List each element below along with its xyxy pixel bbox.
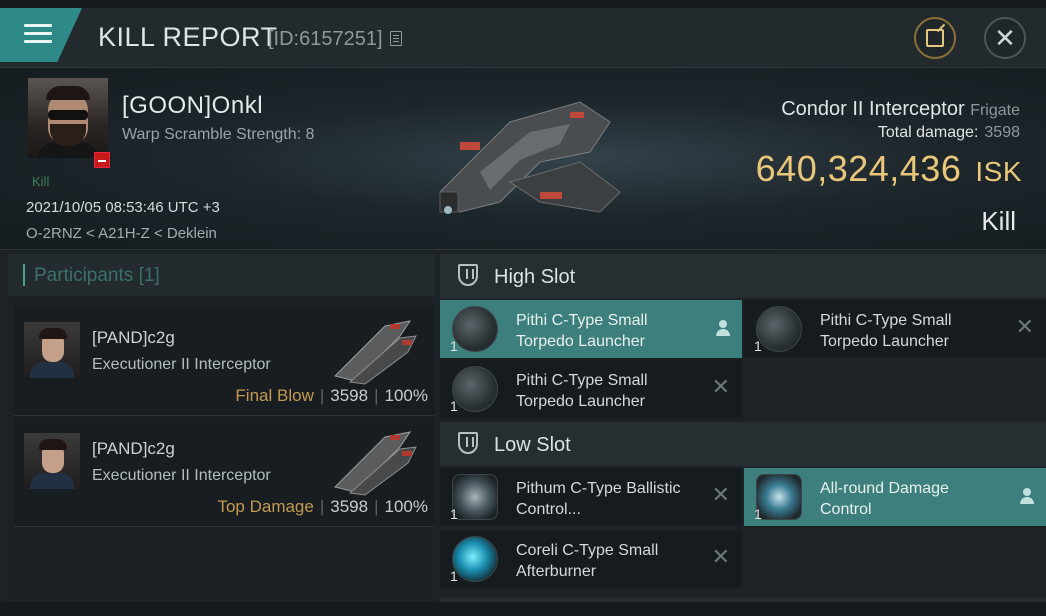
participant-stats: Final Blow | 3598 | 100% [235,386,428,405]
item-quantity: 1 [450,568,458,584]
kill-summary: [GOON]Onkl Warp Scramble Strength: 8 Kil… [0,68,1046,250]
participants-count: [1] [138,265,160,286]
participant-percent: 100% [384,386,428,405]
participant-portrait[interactable] [24,322,80,378]
item-name: Pithi C-Type Small Torpedo Launcher [820,312,952,350]
fitting-item[interactable]: 1 All-round Damage Control [744,468,1046,526]
afterburner-icon [452,536,498,582]
participants-panel: Participants [1] [PAND]c2g Executioner I… [8,254,434,608]
total-damage-value: 3598 [984,124,1020,141]
ship-class: Frigate [970,102,1020,119]
kill-result: Kill [981,206,1016,236]
kill-report-window: KILL REPORT [ID:6157251] ✕ [GOON]Onkl Wa… [0,8,1046,608]
fitting-item[interactable]: 1 Pithi C-Type Small Torpedo Launcher ✕ [744,300,1046,358]
isk-value-line: 640,324,436 ISK [756,148,1022,190]
loss-badge-icon [94,152,110,168]
item-name: Pithum C-Type Ballistic Control... [516,480,681,518]
participant-ship-image [334,320,417,385]
destroyed-icon: ✕ [711,544,730,569]
dropped-pilot-icon [716,320,730,336]
participant-stats: Top Damage | 3598 | 100% [217,497,428,516]
fitting-item[interactable]: 1 Pithi C-Type Small Torpedo Launcher ✕ [440,360,742,418]
destroyed-icon: ✕ [711,482,730,507]
torpedo-launcher-icon [452,366,498,412]
window-header: KILL REPORT [ID:6157251] ✕ [0,8,1046,68]
menu-button[interactable] [0,8,82,62]
kill-id: [ID:6157251] [268,28,383,50]
participant-ship-image [334,431,417,496]
hamburger-icon [24,24,52,48]
item-quantity: 1 [450,506,458,522]
participant-portrait[interactable] [24,433,80,489]
fitting-item[interactable]: 1 Pithum C-Type Ballistic Control... ✕ [440,468,742,526]
item-quantity: 1 [450,338,458,354]
torpedo-launcher-icon [756,306,802,352]
participant-name[interactable]: [PAND]c2g [92,328,175,348]
participant-name[interactable]: [PAND]c2g [92,439,175,459]
destroyed-icon: ✕ [711,374,730,399]
fitting-item[interactable]: 1 Coreli C-Type Small Afterburner ✕ [440,530,742,588]
destroyed-icon: ✕ [1015,314,1034,339]
item-quantity: 1 [450,398,458,414]
external-link-icon [926,29,944,47]
victim-name[interactable]: [GOON]Onkl [122,92,263,120]
ballistic-control-icon [452,474,498,520]
kill-tag: Kill [32,174,50,189]
damage-control-icon [756,474,802,520]
participants-header[interactable]: Participants [1] [8,254,434,296]
victim-ship-image [439,101,621,214]
kill-datetime: 2021/10/05 08:53:46 UTC +3 [26,199,220,216]
participant-ship: Executioner II Interceptor [92,467,271,484]
item-name: Pithi C-Type Small Torpedo Launcher [516,372,648,410]
high-slot-label: High Slot [494,266,576,288]
participant-damage: 3598 [330,386,369,405]
low-slot-icon [458,432,478,454]
background-strip-bottom [0,602,1046,616]
fitting-item[interactable]: 1 Pithi C-Type Small Torpedo Launcher [440,300,742,358]
victim-detail: Warp Scramble Strength: 8 [122,126,315,143]
high-slot-header: High Slot [440,254,1046,298]
torpedo-launcher-icon [452,306,498,352]
participant-ship: Executioner II Interceptor [92,356,271,373]
total-damage-line: Total damage: 3598 [878,124,1020,142]
fitting-panel: High Slot 1 Pithi C-Type Small Torpedo L… [440,254,1046,608]
participant-role: Top Damage [217,497,314,516]
kill-location[interactable]: O-2RNZ < A21H-Z < Deklein [26,225,217,242]
participant-row[interactable]: [PAND]c2g Executioner II Interceptor Top… [14,417,434,527]
participant-damage: 3598 [330,497,369,516]
participant-row[interactable]: [PAND]c2g Executioner II Interceptor Fin… [14,306,434,416]
low-slot-header: Low Slot [440,422,1046,466]
item-name: Coreli C-Type Small Afterburner [516,542,659,580]
share-button[interactable] [914,17,956,59]
ship-name: Condor II Interceptor [781,98,965,120]
victim-portrait[interactable] [28,78,108,158]
total-damage-label: Total damage: [877,124,979,141]
dropped-pilot-icon [1020,488,1034,504]
participant-role: Final Blow [235,386,314,405]
participant-percent: 100% [384,497,428,516]
window-title: KILL REPORT [98,22,278,52]
copy-icon[interactable] [390,31,402,46]
participants-label: Participants [1] [34,265,160,286]
item-name: All-round Damage Control [820,480,949,518]
high-slot-icon [458,264,478,286]
close-icon: ✕ [994,23,1016,53]
ship-name-line[interactable]: Condor II Interceptor Frigate [781,98,1020,121]
isk-value: 640,324,436 [755,148,962,189]
close-button[interactable]: ✕ [984,17,1026,59]
low-slot-label: Low Slot [494,434,571,456]
isk-unit: ISK [975,156,1022,187]
item-name: Pithi C-Type Small Torpedo Launcher [516,312,648,350]
item-quantity: 1 [754,338,762,354]
item-quantity: 1 [754,506,762,522]
